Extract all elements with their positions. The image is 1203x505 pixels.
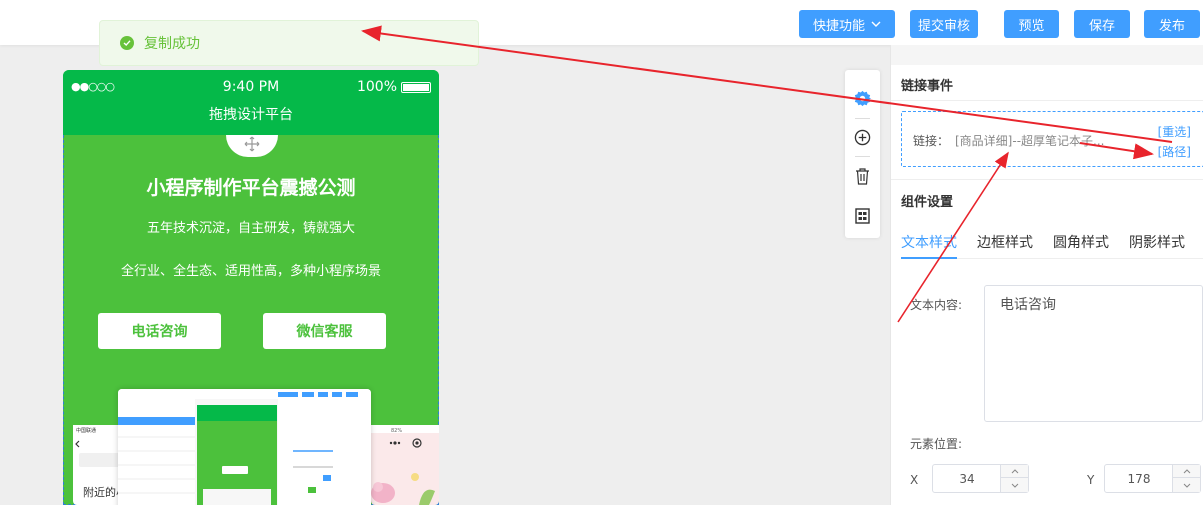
active-tab-indicator — [901, 257, 957, 259]
chevron-down-icon — [871, 19, 881, 30]
text-content-input[interactable]: 电话咨询 — [984, 285, 1203, 422]
y-position-value[interactable]: 178 — [1105, 465, 1173, 492]
x-stepper-controls — [1000, 465, 1028, 492]
toolbar-divider — [855, 118, 870, 119]
hero-subtitle-1: 五年技术沉淀，自主研发，铸就强大 — [146, 221, 355, 236]
move-icon — [244, 136, 260, 156]
publish-button[interactable]: 发布 — [1144, 10, 1200, 38]
component-toolbar — [845, 70, 880, 238]
svg-text:82%: 82% — [391, 428, 402, 434]
hero-title: 小程序制作平台震撼公测 — [146, 177, 356, 199]
text-content-label: 文本内容: — [910, 298, 963, 312]
add-circle-icon[interactable] — [853, 128, 872, 147]
save-button[interactable]: 保存 — [1074, 10, 1130, 38]
phone-nav-title: 拖拽设计平台 — [209, 107, 293, 123]
y-label: Y — [1087, 473, 1095, 487]
y-decrease-icon[interactable] — [1173, 479, 1200, 492]
panel-top-strip — [891, 45, 1203, 65]
wechat-service-button[interactable]: 微信客服 — [263, 313, 386, 349]
quick-actions-label: 快捷功能 — [812, 18, 865, 34]
tab-border-style[interactable]: 边框样式 — [977, 232, 1033, 252]
illustration-editor-screenshot — [118, 389, 371, 505]
phone-consult-button[interactable]: 电话咨询 — [98, 313, 221, 349]
component-settings-title: 组件设置 — [901, 195, 954, 210]
layers-icon[interactable] — [853, 206, 872, 225]
toast-message: 复制成功 — [144, 36, 200, 52]
phone-preview: ●●○○○ 9:40 PM 100% 拖拽设计平台 小程序制作平台震撼公测 五年… — [63, 70, 439, 505]
y-increase-icon[interactable] — [1173, 465, 1200, 478]
battery-icon — [401, 81, 431, 93]
trash-icon[interactable] — [853, 167, 872, 186]
illustration-phone-right: 82% — [371, 425, 439, 505]
link-label: 链接： — [913, 134, 950, 148]
property-panel: 链接事件 链接： [商品详细]--超厚笔记本子... [重选] [路径] 组件设… — [890, 45, 1203, 505]
hero-subtitle-2: 全行业、全生态、适用性高，多种小程序场景 — [120, 264, 381, 279]
link-value: [商品详细]--超厚笔记本子... — [955, 134, 1105, 148]
x-position-value[interactable]: 34 — [933, 465, 1001, 492]
y-position-stepper[interactable]: 178 — [1104, 464, 1201, 493]
check-circle-icon — [120, 36, 134, 50]
tab-shadow-style[interactable]: 阴影样式 — [1129, 232, 1185, 252]
gear-icon[interactable] — [853, 89, 872, 108]
style-tabs: 文本样式 边框样式 圆角样式 阴影样式 — [901, 221, 1203, 259]
link-event-box: 链接： [商品详细]--超厚笔记本子... [重选] [路径] — [901, 111, 1203, 167]
x-label: X — [910, 473, 919, 487]
quick-actions-button[interactable]: 快捷功能 — [799, 10, 895, 38]
element-position-label: 元素位置: — [910, 437, 963, 451]
x-position-stepper[interactable]: 34 — [932, 464, 1029, 493]
success-toast: 复制成功 — [99, 20, 479, 66]
reselect-link[interactable]: [重选] — [1158, 123, 1191, 140]
tab-radius-style[interactable]: 圆角样式 — [1053, 232, 1109, 252]
toolbar-divider — [855, 156, 870, 157]
submit-review-button[interactable]: 提交审核 — [910, 10, 978, 38]
y-stepper-controls — [1172, 465, 1200, 492]
link-events-section-title: 链接事件 — [901, 79, 954, 94]
svg-text:中国联通: 中国联通 — [76, 427, 96, 434]
tab-text-style[interactable]: 文本样式 — [901, 232, 957, 252]
preview-button[interactable]: 预览 — [1004, 10, 1059, 38]
section-divider — [891, 179, 1203, 180]
path-link[interactable]: [路径] — [1158, 143, 1191, 160]
battery-percent: 100% — [356, 79, 397, 95]
x-increase-icon[interactable] — [1001, 465, 1028, 478]
battery-status: 100% — [357, 79, 431, 95]
x-decrease-icon[interactable] — [1001, 479, 1028, 492]
phone-header: ●●○○○ 9:40 PM 100% 拖拽设计平台 — [63, 70, 439, 135]
section-divider — [891, 100, 1203, 101]
